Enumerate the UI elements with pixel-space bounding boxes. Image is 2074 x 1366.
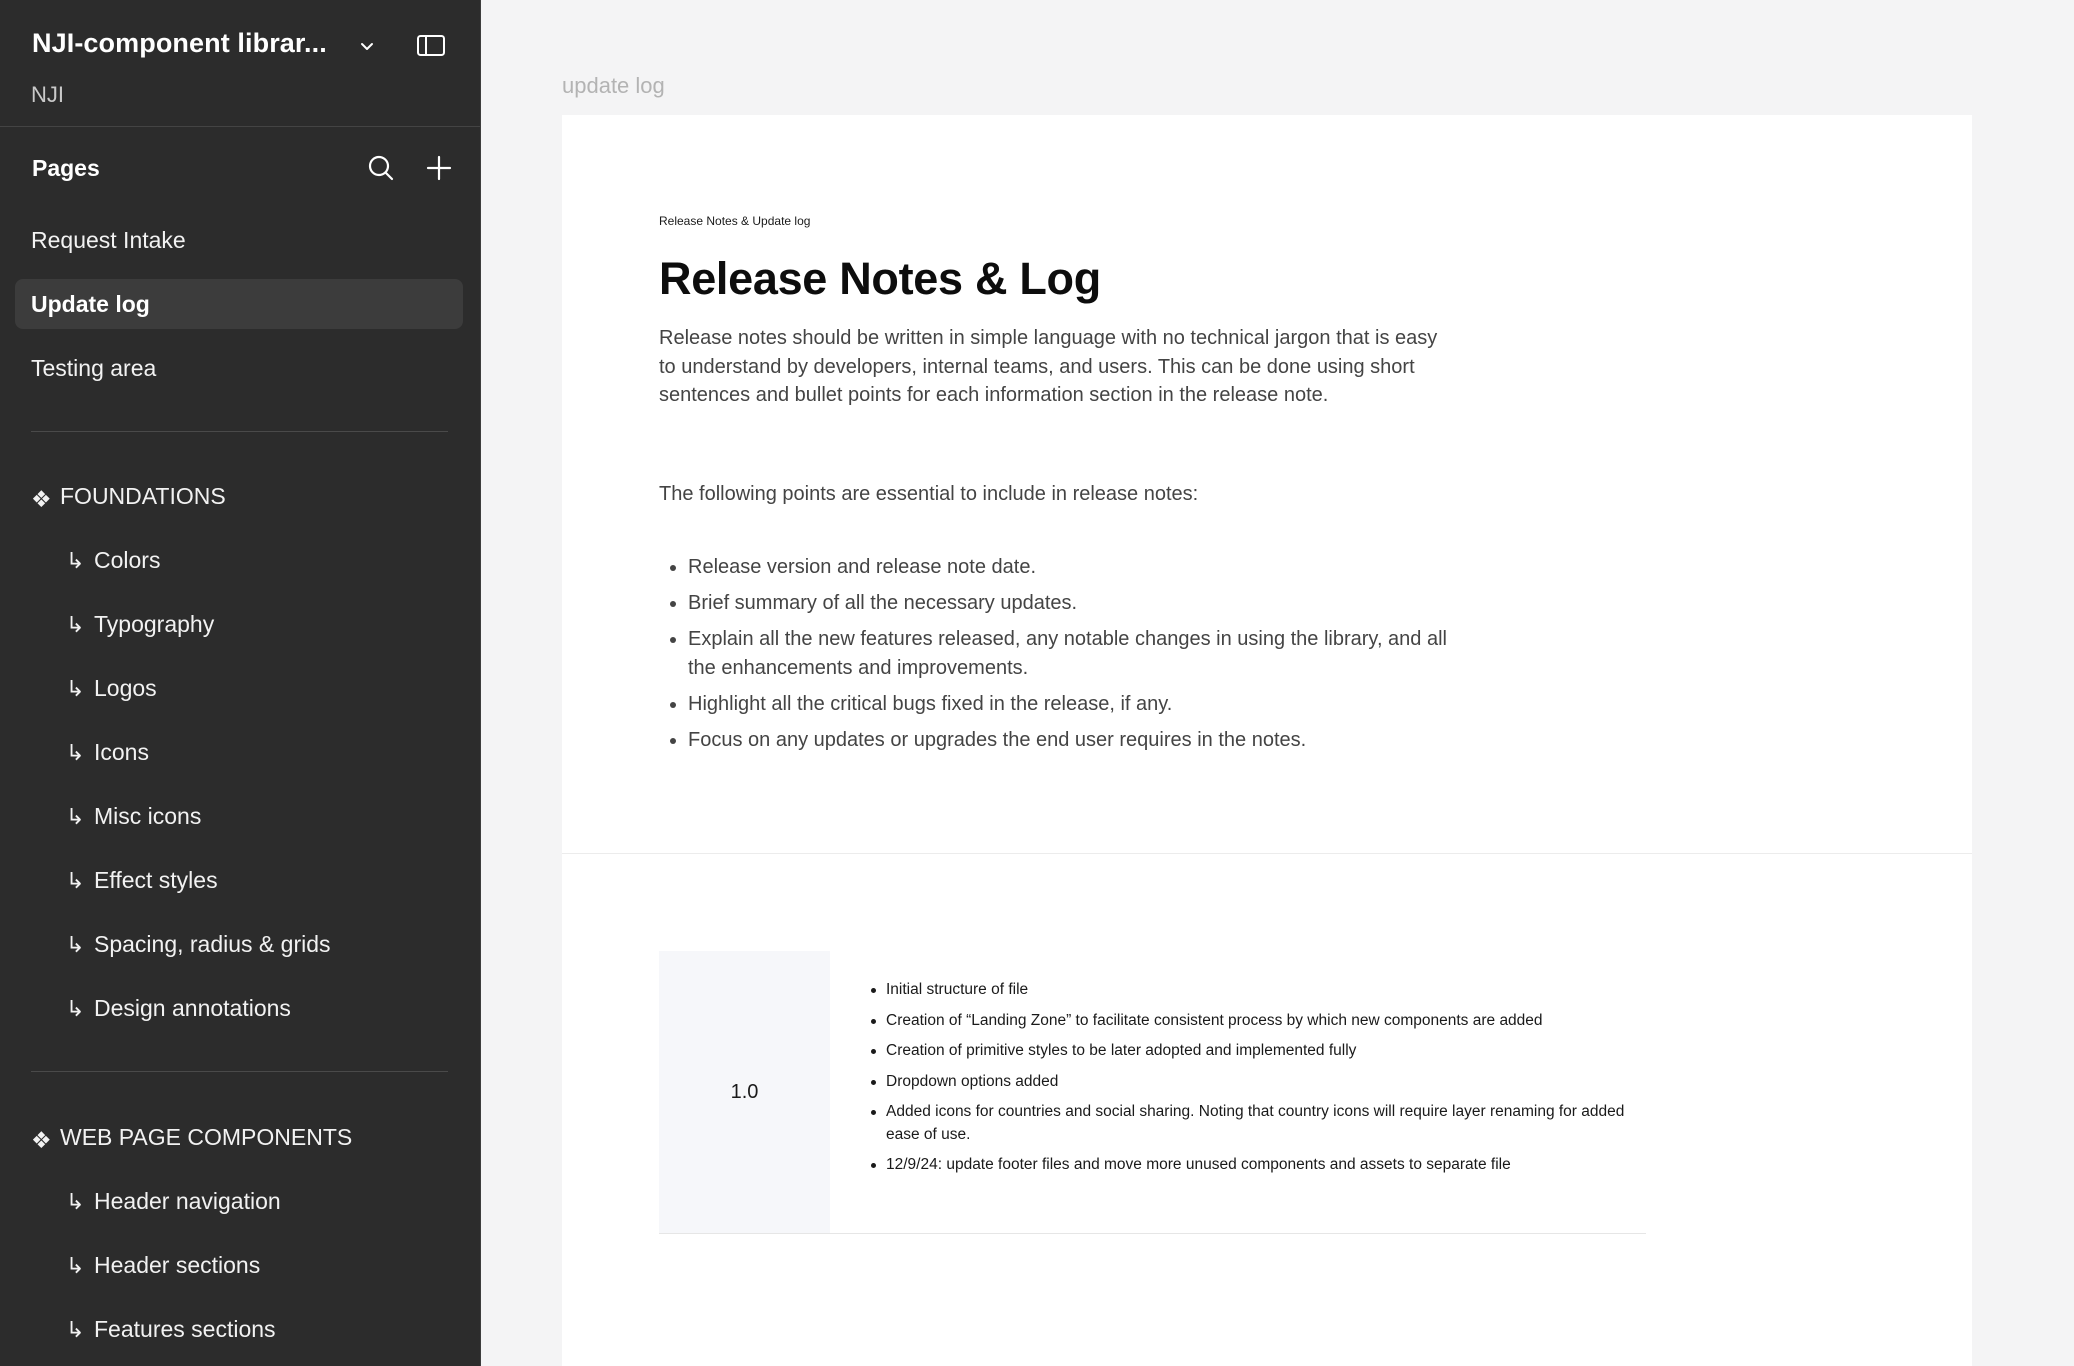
version-number: 1.0 — [730, 1081, 759, 1103]
page-item-label: Design annotations — [94, 995, 291, 1021]
page-item-label: Spacing, radius & grids — [94, 931, 331, 957]
page-item-label: Features sections — [94, 1316, 276, 1342]
page-item-label: Header navigation — [94, 1188, 281, 1214]
page-item-spacing[interactable]: ↳ Spacing, radius & grids — [66, 924, 331, 964]
page-item-typography[interactable]: ↳ Typography — [66, 604, 214, 644]
page-item-label: Typography — [94, 611, 215, 637]
file-title[interactable]: NJI-component librar... — [32, 28, 327, 59]
page-item-label: Update log — [31, 291, 150, 317]
divider — [31, 1071, 448, 1072]
version-row: 1.0 Initial structure of file Creation o… — [659, 951, 1646, 1234]
list-item: Initial structure of file — [869, 979, 1629, 1002]
section-divider — [562, 853, 1972, 854]
doc-kicker: Release Notes & Update log — [659, 214, 811, 228]
component-diamond-icon: ❖ — [31, 486, 52, 512]
page-section-web-components[interactable]: ❖ WEB PAGE COMPONENTS — [31, 1117, 352, 1157]
list-item: Creation of primitive styles to be later… — [869, 1040, 1629, 1063]
page-item-request-intake[interactable]: Request Intake — [15, 215, 463, 265]
page-item-label: Colors — [94, 547, 161, 573]
page-item-logos[interactable]: ↳ Logos — [66, 668, 157, 708]
update-log-frame[interactable]: Release Notes & Update log Release Notes… — [562, 115, 1972, 1366]
list-item: Highlight all the critical bugs fixed in… — [659, 690, 1449, 719]
essentials-list: Release version and release note date. B… — [659, 553, 1449, 762]
page-section-foundations[interactable]: ❖ FOUNDATIONS — [31, 476, 226, 516]
sub-arrow-icon: ↳ — [66, 741, 85, 766]
sub-arrow-icon: ↳ — [66, 869, 85, 894]
sub-arrow-icon: ↳ — [66, 1318, 85, 1343]
pages-label: Pages — [32, 155, 100, 181]
list-item: Explain all the new features released, a… — [659, 625, 1449, 682]
page-item-colors[interactable]: ↳ Colors — [66, 540, 160, 580]
sub-arrow-icon: ↳ — [66, 1254, 85, 1279]
page-item-update-log[interactable]: Update log — [15, 279, 463, 329]
section-title: WEB PAGE COMPONENTS — [60, 1124, 353, 1150]
search-icon[interactable] — [366, 153, 396, 183]
page-item-misc-icons[interactable]: ↳ Misc icons — [66, 796, 201, 836]
divider — [31, 431, 448, 432]
page-item-label: Misc icons — [94, 803, 202, 829]
team-name[interactable]: NJI — [31, 82, 64, 108]
page-item-label: Testing area — [31, 355, 157, 381]
section-title: FOUNDATIONS — [60, 483, 226, 509]
frame-label[interactable]: update log — [562, 73, 665, 99]
change-list: Initial structure of file Creation of “L… — [869, 979, 1629, 1185]
page-item-effect-styles[interactable]: ↳ Effect styles — [66, 860, 218, 900]
doc-title: Release Notes & Log — [659, 253, 1101, 304]
page-item-design-annotations[interactable]: ↳ Design annotations — [66, 988, 291, 1028]
list-item: Creation of “Landing Zone” to facilitate… — [869, 1010, 1629, 1033]
page-item-icons[interactable]: ↳ Icons — [66, 732, 149, 772]
list-item: Focus on any updates or upgrades the end… — [659, 726, 1449, 755]
list-item: Added icons for countries and social sha… — [869, 1101, 1629, 1146]
chevron-down-icon[interactable] — [356, 35, 378, 57]
page-item-label: Header sections — [94, 1252, 261, 1278]
page-item-header-navigation[interactable]: ↳ Header navigation — [66, 1181, 281, 1221]
page-item-testing-area[interactable]: Testing area — [15, 343, 463, 393]
sub-arrow-icon: ↳ — [66, 613, 85, 638]
component-diamond-icon: ❖ — [31, 1127, 52, 1153]
page-item-label: Effect styles — [94, 867, 218, 893]
page-item-header-sections[interactable]: ↳ Header sections — [66, 1245, 260, 1285]
file-header: NJI-component librar... NJI — [0, 0, 480, 127]
page-item-label: Request Intake — [31, 227, 186, 253]
sidebar-border — [480, 0, 481, 1366]
page-item-label: Icons — [94, 739, 149, 765]
sub-arrow-icon: ↳ — [66, 933, 85, 958]
sub-arrow-icon: ↳ — [66, 805, 85, 830]
page-item-features-sections[interactable]: ↳ Features sections — [66, 1309, 276, 1349]
list-item: Release version and release note date. — [659, 553, 1449, 582]
sub-arrow-icon: ↳ — [66, 997, 85, 1022]
doc-intro: Release notes should be written in simpl… — [659, 327, 1438, 406]
pages-header: Pages — [0, 147, 480, 191]
doc-lead: The following points are essential to in… — [659, 483, 1199, 505]
sub-arrow-icon: ↳ — [66, 549, 85, 574]
layers-sidebar: NJI-component librar... NJI Pages Reques… — [0, 0, 481, 1366]
page-item-label: Logos — [94, 675, 157, 701]
list-item: Dropdown options added — [869, 1071, 1629, 1094]
sub-arrow-icon: ↳ — [66, 677, 85, 702]
list-item: Brief summary of all the necessary updat… — [659, 589, 1449, 618]
add-page-icon[interactable] — [424, 153, 454, 183]
sub-arrow-icon: ↳ — [66, 1190, 85, 1215]
list-item: 12/9/24: update footer files and move mo… — [869, 1154, 1629, 1177]
sidebar-toggle-icon[interactable] — [416, 33, 446, 59]
